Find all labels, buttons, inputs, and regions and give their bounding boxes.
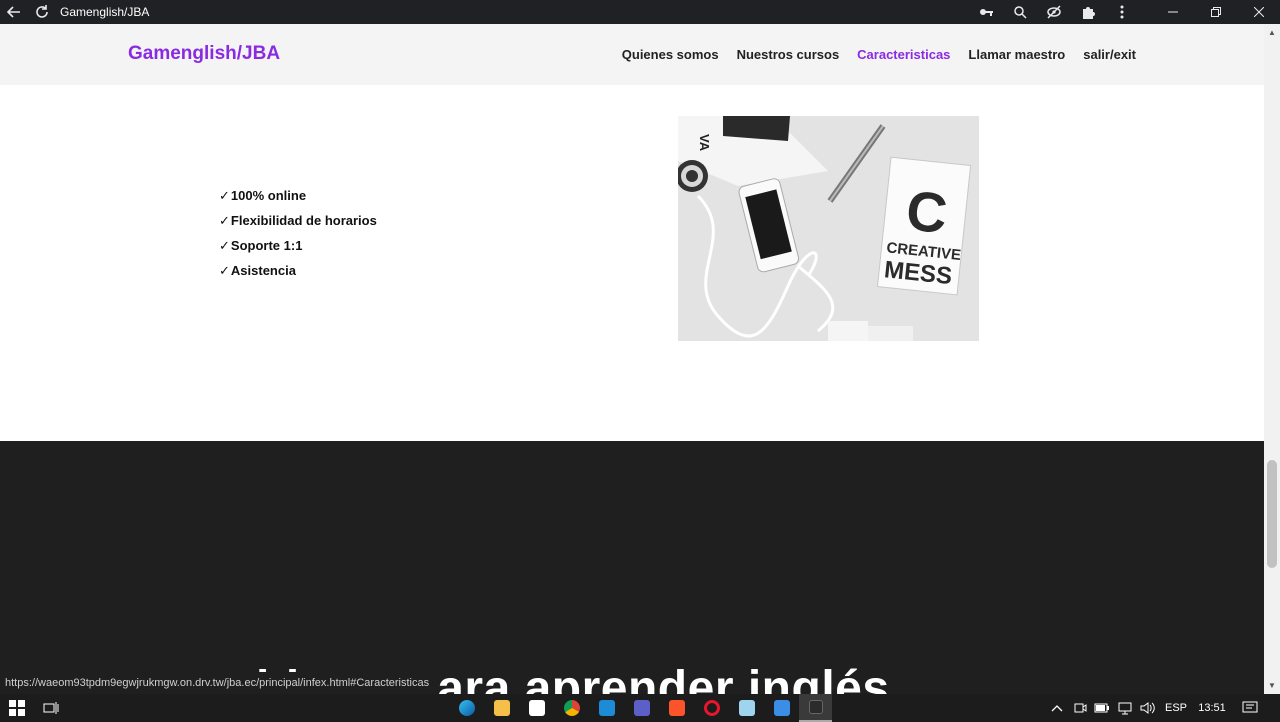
notepad-icon [739,700,755,716]
battery-icon[interactable] [1093,694,1111,722]
scroll-thumb[interactable] [1267,460,1277,568]
start-button[interactable] [4,694,30,722]
list-item: ✓Soporte 1:1 [219,238,303,253]
taskbar-teams[interactable] [631,694,653,722]
features-list: ✓100% online ✓Flexibilidad de horarios ✓… [219,187,377,287]
feature-photo: VA C CREATIVE MESS [678,116,979,341]
list-item: ✓100% online [219,188,307,203]
check-icon: ✓ [219,213,230,228]
creative-mess-image: VA C CREATIVE MESS [678,116,979,341]
page-viewport: Gamenglish/JBA Quienes somos Nuestros cu… [0,24,1264,694]
teams-icon [634,700,650,716]
taskbar-opera[interactable] [701,694,723,722]
opera-icon [704,700,720,716]
taskbar-store[interactable] [526,694,548,722]
menu-kebab-icon[interactable] [1105,0,1139,24]
task-view-icon [43,702,59,714]
show-hidden-icons[interactable] [1048,694,1066,722]
browser-titlebar: Gamenglish/JBA [0,0,1280,24]
clock[interactable]: 13:51 [1194,694,1230,722]
nav-link-salir[interactable]: salir/exit [1083,47,1136,62]
meet-now-icon[interactable] [1071,694,1089,722]
scroll-down-icon[interactable]: ▼ [1268,681,1276,690]
back-button[interactable] [0,0,28,24]
windows-logo-icon [9,700,25,716]
notification-icon [1242,701,1258,713]
dark-section: bict ara aprender inglés [0,441,1264,694]
link-status-bar: https://waeom93tpdm9egwjrukmgw.on.drv.tw… [0,672,436,694]
task-view-button[interactable] [38,694,64,722]
nav-menu: Quienes somos Nuestros cursos Caracteris… [604,47,1136,62]
restore-button[interactable] [1194,0,1237,24]
arrow-left-icon [6,6,20,18]
check-icon: ✓ [219,188,230,203]
nav-link-quienes-somos[interactable]: Quienes somos [622,47,719,62]
close-icon [1253,7,1264,17]
store-icon [529,700,545,716]
edge-icon [459,700,475,716]
list-item: ✓Flexibilidad de horarios [219,213,377,228]
restore-icon [1210,7,1221,17]
nav-link-caracteristicas[interactable]: Caracteristicas [857,47,950,62]
brave-icon [669,700,685,716]
window-title: Gamenglish/JBA [60,5,150,19]
taskbar-notepad[interactable] [736,694,758,722]
brand-link[interactable]: Gamenglish/JBA [128,43,280,65]
page-scrollbar[interactable]: ▲ ▼ [1264,24,1280,694]
check-icon: ✓ [219,263,230,278]
taskbar-photos[interactable] [771,694,793,722]
taskbar-active-app[interactable] [799,694,832,722]
close-button[interactable] [1237,0,1280,24]
photos-icon [774,700,790,716]
mail-icon [599,700,615,716]
notifications-button[interactable] [1238,694,1262,722]
minimize-button[interactable] [1151,0,1194,24]
chrome-icon [564,700,580,716]
app-icon [808,700,823,714]
reload-button[interactable] [28,0,56,24]
folder-icon [494,700,510,716]
taskbar-explorer[interactable] [491,694,513,722]
site-navbar: Gamenglish/JBA Quienes somos Nuestros cu… [0,24,1264,85]
extensions-icon[interactable] [1071,0,1105,24]
key-icon[interactable] [969,0,1003,24]
volume-icon[interactable] [1138,694,1156,722]
list-item: ✓Asistencia [219,263,296,278]
taskbar-chrome[interactable] [561,694,583,722]
taskbar-brave[interactable] [666,694,688,722]
svg-text:VA: VA [697,134,712,152]
scroll-up-icon[interactable]: ▲ [1268,28,1276,37]
eye-off-icon[interactable] [1037,0,1071,24]
language-indicator[interactable]: ESP [1162,694,1190,722]
nav-link-llamar-maestro[interactable]: Llamar maestro [968,47,1065,62]
network-icon[interactable] [1116,694,1134,722]
minimize-icon [1167,11,1178,13]
check-icon: ✓ [219,238,230,253]
svg-text:C: C [903,178,950,245]
nav-link-nuestros-cursos[interactable]: Nuestros cursos [737,47,840,62]
reload-icon [36,5,48,18]
zoom-icon[interactable] [1003,0,1037,24]
taskbar-edge[interactable] [456,694,478,722]
chevron-up-icon [1051,705,1063,712]
windows-taskbar: ESP 13:51 [0,694,1280,722]
taskbar-mail[interactable] [596,694,618,722]
